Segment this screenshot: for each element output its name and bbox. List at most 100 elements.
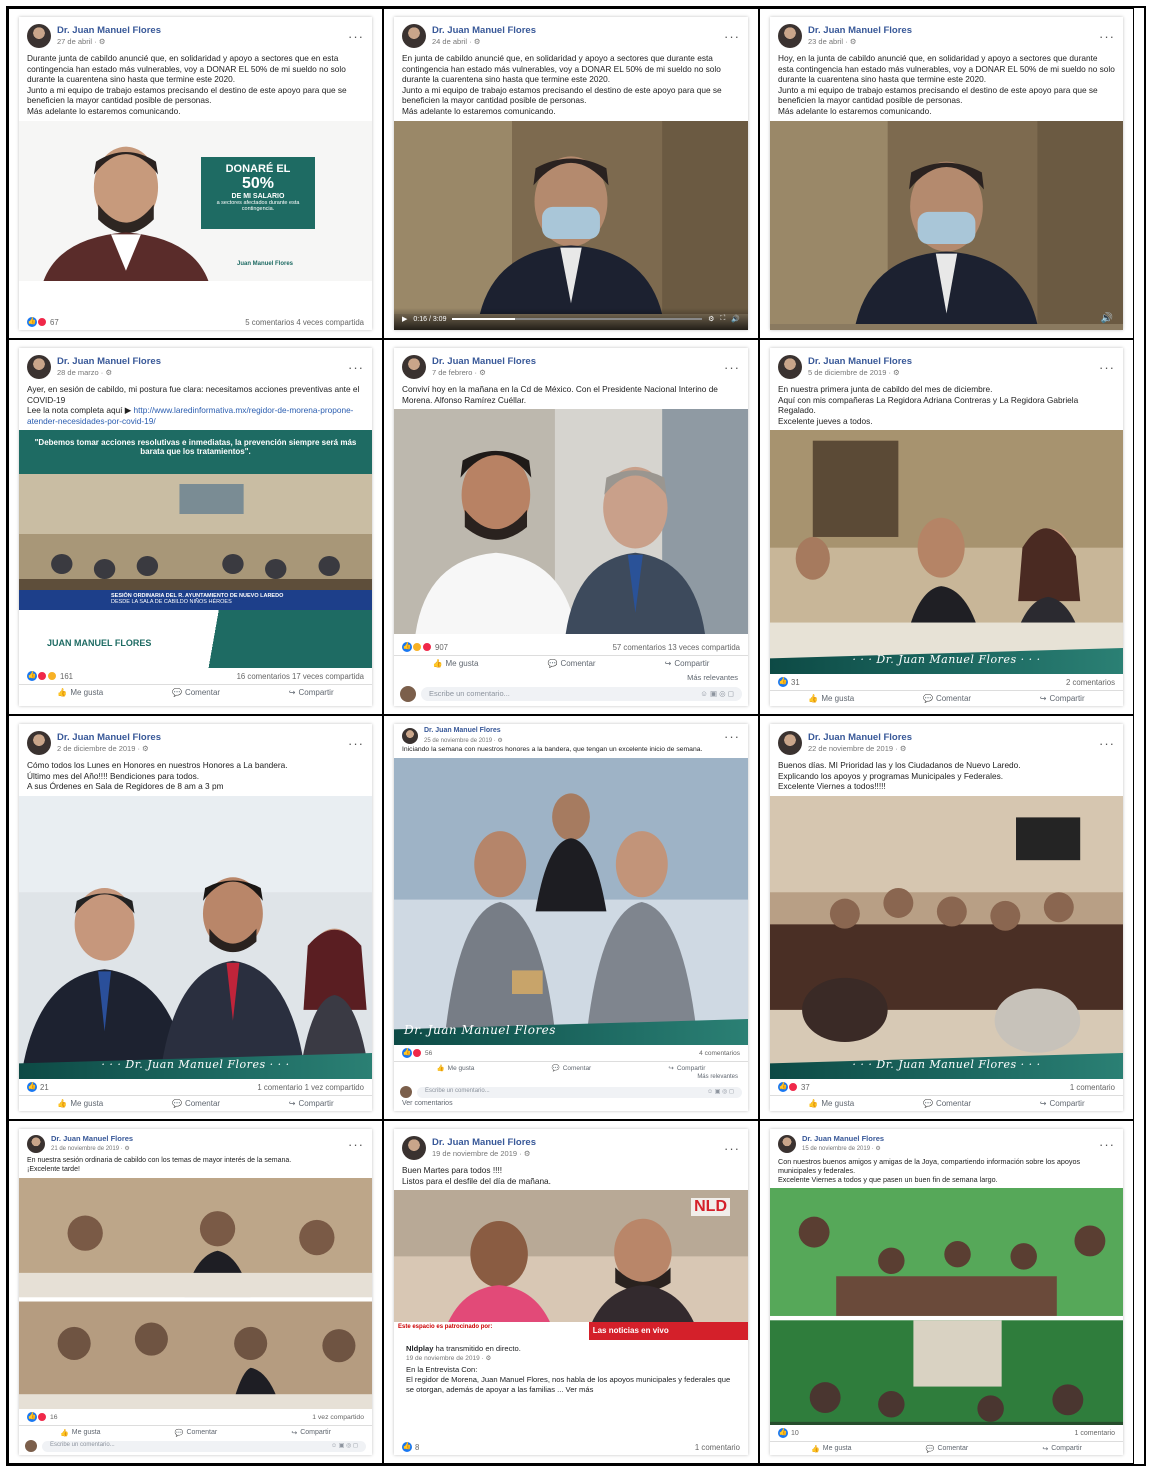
post-date[interactable]: 5 de diciembre de 2019 · ⚙ — [808, 367, 1099, 378]
comments-shares[interactable]: 1 comentario — [1075, 1430, 1115, 1437]
post-date[interactable]: 22 de noviembre de 2019 · ⚙ — [808, 743, 1099, 754]
like-button[interactable]: 👍 Me gusta — [57, 1099, 103, 1108]
avatar[interactable] — [778, 1135, 796, 1153]
settings-icon[interactable]: ⚙ — [708, 315, 714, 323]
author-name[interactable]: Dr. Juan Manuel Flores — [802, 1133, 1099, 1144]
shared-author[interactable]: Nldplay — [406, 1344, 433, 1353]
comment-input[interactable]: Escribe un comentario... ☺ ▣ ◎ ◻ — [42, 1440, 366, 1452]
more-options-icon[interactable]: ··· — [724, 729, 740, 744]
avatar[interactable] — [27, 24, 51, 48]
author-name[interactable]: Dr. Juan Manuel Flores — [432, 1137, 724, 1148]
comments-shares[interactable]: 1 comentario — [1070, 1083, 1115, 1092]
share-button[interactable]: ↪ Compartir — [1042, 1444, 1082, 1453]
comment-input[interactable]: Escribe un comentario... ☺ ▣ ◎ ◻ — [421, 687, 742, 701]
post-date[interactable]: 28 de marzo · ⚙ — [57, 367, 348, 378]
shared-date[interactable]: 19 de noviembre de 2019 · ⚙ — [406, 1354, 736, 1364]
post-date[interactable]: 21 de noviembre de 2019 · ⚙ — [51, 1144, 348, 1155]
post-image[interactable]: · · · Dr. Juan Manuel Flores · · · — [19, 795, 372, 1079]
post-date[interactable]: 7 de febrero · ⚙ — [432, 367, 724, 378]
avatar[interactable] — [778, 355, 802, 379]
more-options-icon[interactable]: ··· — [1099, 1137, 1115, 1152]
share-button[interactable]: ↪ Compartir — [1040, 694, 1085, 703]
comment-button[interactable]: 💬 Comentar — [552, 1063, 592, 1073]
comment-button[interactable]: 💬 Comentar — [172, 688, 220, 697]
author-name[interactable]: Dr. Juan Manuel Flores — [51, 1133, 348, 1144]
post-date[interactable]: 2 de diciembre de 2019 · ⚙ — [57, 743, 348, 754]
reaction-count[interactable]: 👍 16 — [27, 1412, 58, 1422]
reaction-count[interactable]: 👍 67 — [27, 317, 59, 327]
author-name[interactable]: Dr. Juan Manuel Flores — [808, 732, 1099, 743]
comments-shares[interactable]: 1 vez compartido — [312, 1414, 364, 1421]
like-button[interactable]: 👍 Me gusta — [433, 659, 479, 668]
more-options-icon[interactable]: ··· — [348, 1137, 364, 1152]
like-button[interactable]: 👍 Me gusta — [57, 688, 103, 697]
more-options-icon[interactable]: ··· — [348, 736, 364, 751]
comments-shares[interactable]: 16 comentarios 17 veces compartida — [237, 672, 364, 681]
sort-comments-dropdown[interactable]: Más relevantes — [394, 671, 748, 684]
post-date[interactable]: 23 de abril · ⚙ — [808, 36, 1099, 47]
more-options-icon[interactable]: ··· — [724, 360, 740, 375]
comments-shares[interactable]: 1 comentario 1 vez compartido — [257, 1083, 364, 1092]
reaction-count[interactable]: 👍 907 — [402, 642, 448, 652]
author-name[interactable]: Dr. Juan Manuel Flores — [808, 356, 1099, 367]
post-image[interactable]: DONARÉ EL 50% DE MI SALARIO a sectores a… — [19, 120, 372, 281]
comment-button[interactable]: 💬 Comentar — [923, 1099, 971, 1108]
post-date[interactable]: 15 de noviembre de 2019 · ⚙ — [802, 1144, 1099, 1155]
share-button[interactable]: ↪ Compartir — [665, 659, 710, 668]
author-name[interactable]: Dr. Juan Manuel Flores — [57, 732, 348, 743]
avatar[interactable] — [402, 355, 426, 379]
avatar[interactable] — [402, 1136, 426, 1160]
share-button[interactable]: ↪ Compartir — [1040, 1099, 1085, 1108]
author-name[interactable]: Dr. Juan Manuel Flores — [432, 25, 724, 36]
volume-icon[interactable]: 🔊 — [731, 315, 740, 323]
avatar[interactable] — [27, 355, 51, 379]
author-name[interactable]: Dr. Juan Manuel Flores — [57, 25, 348, 36]
comment-button[interactable]: 💬 Comentar — [547, 659, 595, 668]
reaction-count[interactable]: 👍 21 — [27, 1082, 49, 1092]
video-progress-bar[interactable] — [452, 318, 703, 320]
comment-button[interactable]: 💬 Comentar — [923, 694, 971, 703]
avatar[interactable] — [402, 728, 418, 744]
like-button[interactable]: 👍 Me gusta — [808, 1099, 854, 1108]
reaction-count[interactable]: 👍 161 — [27, 671, 73, 682]
fullscreen-icon[interactable]: ⛶ — [720, 315, 725, 323]
comments-shares[interactable]: 4 comentarios — [699, 1050, 740, 1057]
post-image[interactable]: Dr. Juan Manuel Flores — [394, 758, 748, 1045]
like-button[interactable]: 👍 Me gusta — [60, 1428, 101, 1437]
reaction-count[interactable]: 👍 56 — [402, 1048, 432, 1058]
avatar[interactable] — [27, 1135, 45, 1153]
reaction-count[interactable]: 👍 37 — [778, 1082, 810, 1092]
share-button[interactable]: ↪ Compartir — [291, 1428, 331, 1437]
reaction-count[interactable]: 👍 10 — [778, 1428, 799, 1438]
view-comments-link[interactable]: Ver comentarios — [394, 1100, 748, 1111]
post-date[interactable]: 24 de abril · ⚙ — [432, 36, 724, 47]
share-button[interactable]: ↪ Compartir — [289, 688, 334, 697]
more-options-icon[interactable]: ··· — [724, 29, 740, 44]
comments-shares[interactable]: 5 comentarios 4 veces compartida — [245, 318, 364, 327]
post-image[interactable]: · · · Dr. Juan Manuel Flores · · · — [770, 430, 1123, 674]
live-video[interactable]: NLD Este espacio es patrocinado por: Las… — [394, 1190, 748, 1341]
comment-input[interactable]: Escribe un comentario... ☺ ▣ ◎ ◻ — [417, 1086, 742, 1098]
like-button[interactable]: 👍 Me gusta — [811, 1444, 852, 1453]
avatar[interactable] — [27, 731, 51, 755]
more-options-icon[interactable]: ··· — [1099, 736, 1115, 751]
comments-shares[interactable]: 57 comentarios 13 veces compartida — [613, 643, 740, 652]
more-options-icon[interactable]: ··· — [1099, 360, 1115, 375]
like-button[interactable]: 👍 Me gusta — [808, 694, 854, 703]
author-name[interactable]: Dr. Juan Manuel Flores — [57, 356, 348, 367]
author-name[interactable]: Dr. Juan Manuel Flores — [432, 356, 724, 367]
more-options-icon[interactable]: ··· — [1099, 29, 1115, 44]
comments-shares[interactable]: 1 comentario — [695, 1443, 740, 1452]
post-image[interactable] — [770, 1188, 1123, 1425]
post-image[interactable] — [394, 409, 748, 639]
reaction-count[interactable]: 👍 31 — [778, 677, 800, 687]
volume-icon[interactable]: 🔊 — [1101, 313, 1113, 324]
reaction-count[interactable]: 👍 8 — [402, 1442, 419, 1452]
share-button[interactable]: ↪ Compartir — [289, 1099, 334, 1108]
like-button[interactable]: 👍 Me gusta — [437, 1063, 475, 1073]
sort-comments-dropdown[interactable]: Más relevantes — [394, 1074, 748, 1084]
emoji-icon[interactable]: ☺ ▣ ◎ ◻ — [331, 1442, 358, 1451]
post-video[interactable]: 🔊 — [770, 120, 1123, 330]
more-options-icon[interactable]: ··· — [724, 1141, 740, 1156]
comment-button[interactable]: 💬 Comentar — [926, 1444, 968, 1453]
